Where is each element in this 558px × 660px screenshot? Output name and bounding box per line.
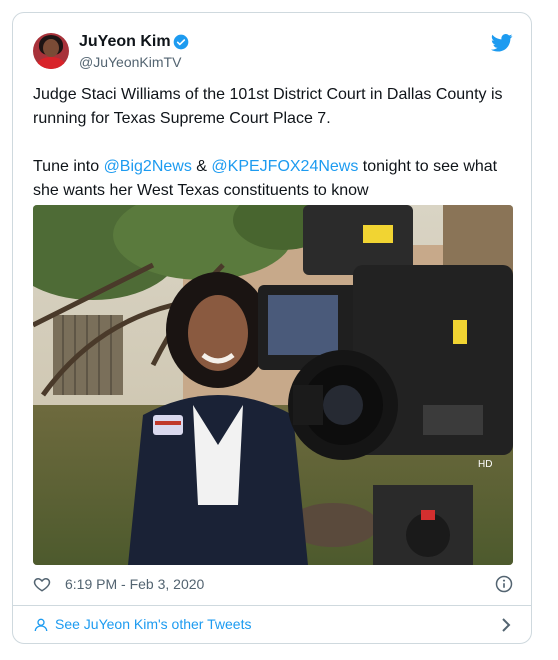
author-name[interactable]: JuYeon Kim <box>79 33 171 51</box>
mention-kpejfox24news[interactable]: @KPEJFOX24News <box>211 158 358 175</box>
see-other-tweets-label[interactable]: See JuYeon Kim's other Tweets <box>55 616 251 632</box>
verified-badge-icon <box>173 34 189 50</box>
camera-hd-label: HD <box>478 459 492 470</box>
heart-icon[interactable] <box>33 575 51 593</box>
tweet-text: Judge Staci Williams of the 101st Distri… <box>33 83 523 203</box>
tweet-line-1: Judge Staci Williams of the 101st Distri… <box>33 86 503 127</box>
footer-divider <box>13 605 531 606</box>
photo-scene: HD <box>33 205 513 565</box>
tweet-ampersand: & <box>191 158 212 175</box>
tweet-line-2: Tune into @Big2News & @KPEJFOX24News ton… <box>33 155 523 203</box>
mention-big2news[interactable]: @Big2News <box>104 158 192 175</box>
tweet-photo[interactable]: HD <box>33 205 513 565</box>
twitter-bird-icon[interactable] <box>491 34 513 52</box>
info-icon[interactable] <box>495 575 513 593</box>
see-other-tweets-link[interactable]: See JuYeon Kim's other Tweets <box>33 616 513 634</box>
tweet-timestamp[interactable]: 6:19 PM - Feb 3, 2020 <box>65 576 204 592</box>
tweet-line-2-prefix: Tune into <box>33 158 104 175</box>
person-icon <box>34 618 48 632</box>
tweet-meta-row: 6:19 PM - Feb 3, 2020 <box>33 575 513 595</box>
tweet-card[interactable]: JuYeon Kim @JuYeonKimTV Judge Staci Will… <box>12 12 532 644</box>
chevron-right-icon[interactable] <box>499 617 513 633</box>
avatar[interactable] <box>33 33 69 69</box>
author-handle[interactable]: @JuYeonKimTV <box>79 54 181 70</box>
